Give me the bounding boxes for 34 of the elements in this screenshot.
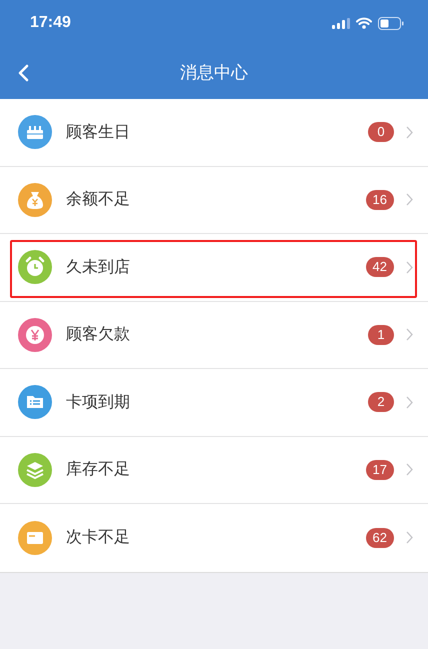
message-label: 卡项到期 <box>66 392 131 413</box>
message-row[interactable]: 库存不足 17 <box>0 436 428 504</box>
chevron-right-icon <box>406 531 413 544</box>
wifi-icon <box>356 17 372 29</box>
message-label: 余额不足 <box>66 189 131 210</box>
message-label: 顾客欠款 <box>66 324 131 346</box>
signal-icon <box>332 18 350 28</box>
count-badge: 2 <box>368 392 394 412</box>
message-label: 顾客生日 <box>66 122 131 143</box>
message-row[interactable]: 久未到店 42 <box>0 234 428 302</box>
count-badge: 16 <box>366 190 394 210</box>
message-row[interactable]: 卡项到期 2 <box>0 369 428 436</box>
count-badge: 0 <box>368 122 394 142</box>
page-title: 消息中心 <box>180 62 248 84</box>
chevron-right-icon <box>406 396 413 409</box>
count-badge: 62 <box>366 528 394 548</box>
message-row[interactable]: 顾客生日 0 <box>0 99 428 166</box>
chevron-right-icon <box>406 463 413 476</box>
message-row[interactable]: 顾客欠款 1 <box>0 302 428 369</box>
chevron-right-icon <box>406 260 413 274</box>
count-badge: 1 <box>368 324 394 345</box>
count-badge: 42 <box>366 257 394 278</box>
message-label: 库存不足 <box>66 459 131 480</box>
chevron-right-icon <box>406 126 413 139</box>
battery-icon <box>378 16 404 30</box>
message-row[interactable]: 余额不足 16 <box>0 166 428 234</box>
message-label: 久未到店 <box>66 256 131 278</box>
chevron-right-icon <box>406 193 413 206</box>
count-badge: 17 <box>366 460 394 480</box>
message-label: 次卡不足 <box>66 527 131 548</box>
status-time: 17:49 <box>30 14 71 32</box>
message-row[interactable]: 次卡不足 62 <box>0 504 428 572</box>
chevron-right-icon <box>406 328 413 342</box>
chevron-left-icon <box>18 64 29 82</box>
